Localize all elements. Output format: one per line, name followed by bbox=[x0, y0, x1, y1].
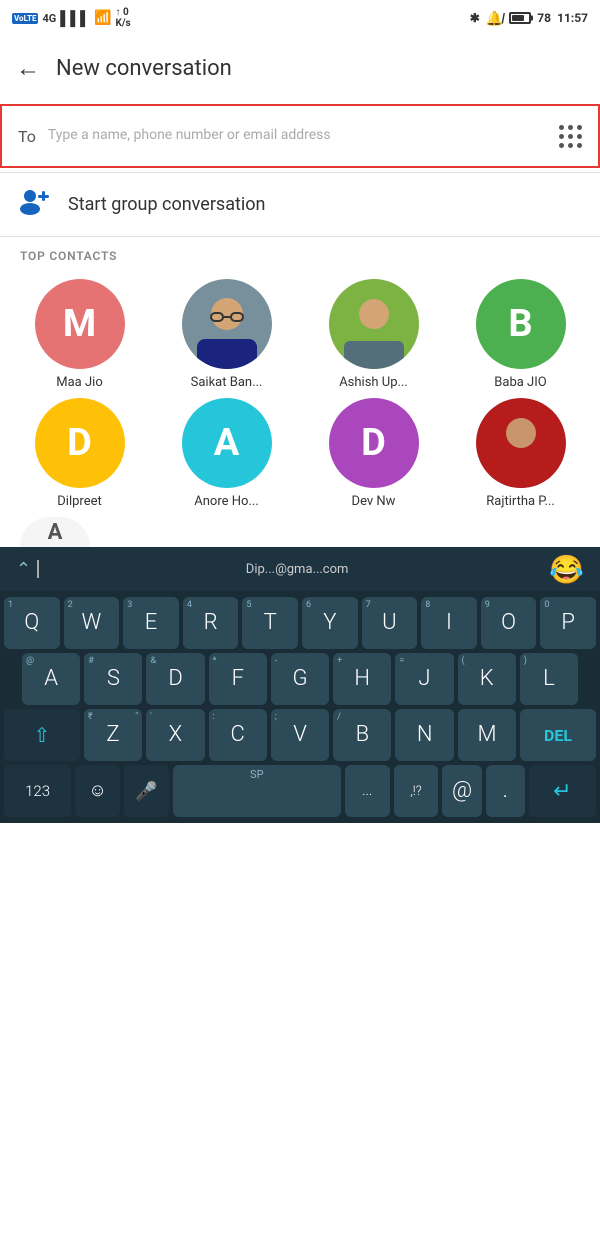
key-n[interactable]: N bbox=[395, 709, 453, 761]
key-e[interactable]: 3E bbox=[123, 597, 179, 649]
status-bar: VoLTE 4G ▌▌▌ 📶 ↑ 0K/s ✱ 🔔̸ 78 11:57 bbox=[0, 0, 600, 36]
key-s[interactable]: #S bbox=[84, 653, 142, 705]
contact-dilpreet[interactable]: D Dilpreet bbox=[10, 398, 149, 509]
key-r[interactable]: 4R bbox=[183, 597, 239, 649]
key-w[interactable]: 2W bbox=[64, 597, 120, 649]
key-o[interactable]: 9O bbox=[481, 597, 537, 649]
num-key[interactable]: 123 bbox=[4, 765, 71, 817]
key-z[interactable]: ₹"Z bbox=[84, 709, 142, 761]
avatar-saikat-ban bbox=[182, 279, 272, 369]
enter-icon: ↵ bbox=[553, 779, 571, 804]
notification-bell-icon: 🔔̸ bbox=[486, 10, 503, 27]
key-i[interactable]: 8I bbox=[421, 597, 477, 649]
page-title: New conversation bbox=[56, 56, 232, 81]
key-dotdotdot[interactable]: ... bbox=[345, 765, 390, 817]
contacts-grid: M Maa Jio Saikat Ban... Ashis bbox=[0, 271, 600, 517]
key-v[interactable]: ;V bbox=[271, 709, 329, 761]
shift-key[interactable]: ⇧ bbox=[4, 709, 80, 761]
avatar-maa-jio: M bbox=[35, 279, 125, 369]
emoji-key[interactable]: ☺ bbox=[75, 765, 120, 817]
key-g[interactable]: -G bbox=[271, 653, 329, 705]
contact-name-dev-nw: Dev Nw bbox=[352, 494, 396, 509]
keyboard-row-4: 123 ☺ 🎤 SP ... ,!? @ . ↵ bbox=[0, 763, 600, 823]
key-a[interactable]: @A bbox=[22, 653, 80, 705]
signal-bars: ▌▌▌ bbox=[60, 10, 90, 27]
key-d[interactable]: &D bbox=[146, 653, 204, 705]
key-j[interactable]: =J bbox=[395, 653, 453, 705]
keyboard-row-3: ⇧ ₹"Z 'X :C ;V /B N M DEL bbox=[0, 707, 600, 763]
avatar-ashish-up bbox=[329, 279, 419, 369]
contact-anore-ho[interactable]: A Anore Ho... bbox=[157, 398, 296, 509]
cursor-indicator bbox=[37, 560, 39, 578]
group-icon bbox=[20, 187, 52, 222]
mic-icon: 🎤 bbox=[135, 781, 157, 802]
clock: 11:57 bbox=[557, 11, 588, 25]
delete-key[interactable]: DEL bbox=[520, 709, 596, 761]
shift-icon: ⇧ bbox=[34, 723, 51, 747]
avatar-dev-nw: D bbox=[329, 398, 419, 488]
space-key[interactable]: SP bbox=[173, 765, 341, 817]
contact-name-dilpreet: Dilpreet bbox=[57, 494, 101, 509]
keyboard-collapse-button[interactable]: ⌃ bbox=[16, 559, 31, 580]
group-conversation-label: Start group conversation bbox=[68, 194, 265, 215]
contact-dev-nw[interactable]: D Dev Nw bbox=[304, 398, 443, 509]
start-group-conversation[interactable]: Start group conversation bbox=[0, 173, 600, 236]
key-punctuation[interactable]: ,!? bbox=[394, 765, 439, 817]
emoji-suggestion[interactable]: 😂 bbox=[549, 553, 584, 586]
data-speed: ↑ 0K/s bbox=[115, 7, 130, 29]
volte-badge: VoLTE bbox=[12, 13, 38, 24]
key-f[interactable]: *F bbox=[209, 653, 267, 705]
battery-icon bbox=[509, 12, 531, 24]
contact-name-anore-ho: Anore Ho... bbox=[194, 494, 258, 509]
key-p[interactable]: 0P bbox=[540, 597, 596, 649]
key-t[interactable]: 5T bbox=[242, 597, 298, 649]
keyboard-row-1: 1Q 2W 3E 4R 5T 6Y 7U 8I 9O 0P bbox=[0, 595, 600, 651]
key-q[interactable]: 1Q bbox=[4, 597, 60, 649]
key-at[interactable]: @ bbox=[442, 765, 481, 817]
wifi-icon: 📶 bbox=[94, 10, 111, 26]
contact-name-saikat-ban: Saikat Ban... bbox=[191, 375, 263, 390]
keyboard-row-2: @A #S &D *F -G +H =J (K )L bbox=[0, 651, 600, 707]
key-x[interactable]: 'X bbox=[146, 709, 204, 761]
recipient-input[interactable]: Type a name, phone number or email addre… bbox=[48, 126, 547, 146]
battery-percent: 78 bbox=[537, 11, 551, 25]
key-y[interactable]: 6Y bbox=[302, 597, 358, 649]
keyboard: ⌃ Dip...@gma...com 😂 1Q 2W 3E 4R 5T 6Y 7… bbox=[0, 547, 600, 823]
contact-name-baba-jio: Baba JIO bbox=[494, 375, 546, 390]
status-left: VoLTE 4G ▌▌▌ 📶 ↑ 0K/s bbox=[12, 7, 131, 29]
key-m[interactable]: M bbox=[458, 709, 516, 761]
signal-4g: 4G bbox=[42, 12, 56, 25]
key-k[interactable]: (K bbox=[458, 653, 516, 705]
contact-name-rajtirtha-p: Rajtirtha P... bbox=[486, 494, 554, 509]
top-contacts-header: TOP CONTACTS bbox=[0, 237, 600, 271]
app-bar: ← New conversation bbox=[0, 36, 600, 100]
key-b[interactable]: /B bbox=[333, 709, 391, 761]
enter-key[interactable]: ↵ bbox=[529, 765, 596, 817]
contact-name-ashish-up: Ashish Up... bbox=[339, 375, 408, 390]
keyboard-suggestion-bar[interactable]: ⌃ Dip...@gma...com 😂 bbox=[0, 547, 600, 591]
contacts-picker-icon[interactable] bbox=[559, 125, 582, 148]
key-l[interactable]: )L bbox=[520, 653, 578, 705]
to-field[interactable]: To Type a name, phone number or email ad… bbox=[0, 104, 600, 168]
status-right: ✱ 🔔̸ 78 11:57 bbox=[470, 10, 588, 27]
key-c[interactable]: :C bbox=[209, 709, 267, 761]
key-h[interactable]: +H bbox=[333, 653, 391, 705]
key-u[interactable]: 7U bbox=[362, 597, 418, 649]
back-button[interactable]: ← bbox=[16, 54, 40, 83]
contact-maa-jio[interactable]: M Maa Jio bbox=[10, 279, 149, 390]
to-label: To bbox=[18, 127, 36, 146]
avatar-dilpreet: D bbox=[35, 398, 125, 488]
contact-saikat-ban[interactable]: Saikat Ban... bbox=[157, 279, 296, 390]
contact-ashish-up[interactable]: Ashish Up... bbox=[304, 279, 443, 390]
avatar-anore-ho: A bbox=[182, 398, 272, 488]
bluetooth-icon: ✱ bbox=[470, 11, 480, 25]
contact-baba-jio[interactable]: B Baba JIO bbox=[451, 279, 590, 390]
contact-name-maa-jio: Maa Jio bbox=[56, 375, 102, 390]
mic-key[interactable]: 🎤 bbox=[124, 765, 169, 817]
contact-rajtirtha-p[interactable]: Rajtirtha P... bbox=[451, 398, 590, 509]
avatar-rajtirtha-p bbox=[476, 398, 566, 488]
avatar-baba-jio: B bbox=[476, 279, 566, 369]
keyboard-suggestion[interactable]: Dip...@gma...com bbox=[45, 562, 549, 577]
key-period[interactable]: . bbox=[486, 765, 525, 817]
